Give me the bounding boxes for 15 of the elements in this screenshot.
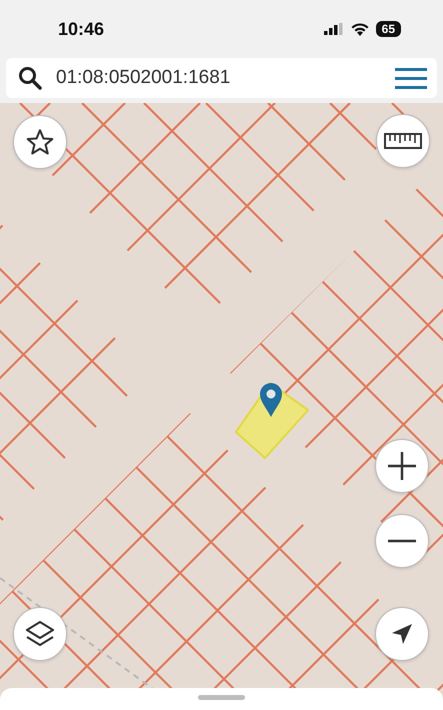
minus-icon <box>387 539 417 543</box>
battery-indicator: 65 <box>376 21 401 37</box>
location-pin-icon <box>259 382 283 418</box>
wifi-icon <box>350 22 369 36</box>
layers-icon <box>25 620 55 648</box>
plus-icon <box>387 451 417 481</box>
navigation-arrow-icon <box>390 622 414 646</box>
status-time: 10:46 <box>58 18 104 40</box>
star-icon <box>26 128 54 156</box>
ruler-icon <box>384 133 422 149</box>
search-field[interactable]: 01:08:0502001:1681 <box>6 58 437 98</box>
signal-icon <box>324 23 344 35</box>
menu-icon[interactable] <box>395 67 427 89</box>
search-icon <box>18 66 42 90</box>
sheet-handle[interactable] <box>198 695 245 700</box>
